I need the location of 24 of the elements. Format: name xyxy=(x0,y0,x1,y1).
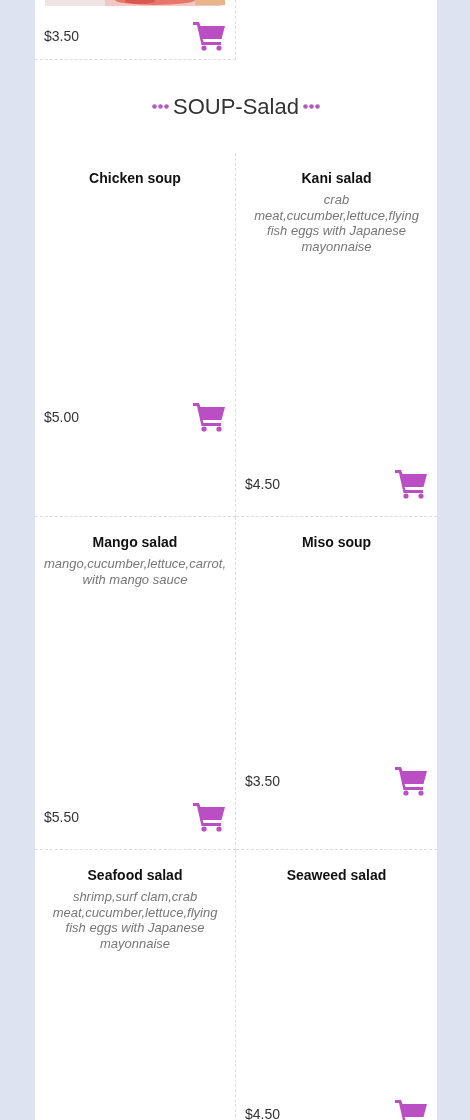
section-title: SOUP-Salad xyxy=(173,93,299,120)
price: $5.00 xyxy=(44,409,80,425)
item-name: Kani salad xyxy=(300,169,373,187)
price: $4.50 xyxy=(245,476,281,492)
cart-icon[interactable] xyxy=(394,1099,428,1120)
item-name: Seafood salad xyxy=(86,866,184,884)
dots-icon xyxy=(302,104,320,109)
cart-icon[interactable] xyxy=(192,402,226,432)
item-name: Miso soup xyxy=(300,533,373,551)
cart-icon[interactable] xyxy=(192,21,226,51)
dots-icon xyxy=(152,104,169,109)
item-description: crab meat,cucumber,lettuce,flying fish eggs with Japanese mayonnaise xyxy=(253,192,420,254)
cart-icon[interactable] xyxy=(192,802,226,832)
cart-icon[interactable] xyxy=(394,766,428,796)
cart-icon[interactable] xyxy=(394,469,428,499)
price: $4.50 xyxy=(245,1106,281,1120)
item-description: mango,cucumber,lettuce,carrot, with mango sauce xyxy=(43,556,227,587)
price: $3.50 xyxy=(44,28,80,44)
item-description: shrimp,surf clam,crab meat,cucumber,lettuce,flying fish eggs with Japanese mayonnaise xyxy=(51,889,219,951)
price: $3.50 xyxy=(245,773,281,789)
item-name: Chicken soup xyxy=(88,169,182,187)
item-name: Mango salad xyxy=(91,533,179,551)
price: $5.50 xyxy=(44,809,80,825)
item-name: Seaweed salad xyxy=(285,866,388,884)
